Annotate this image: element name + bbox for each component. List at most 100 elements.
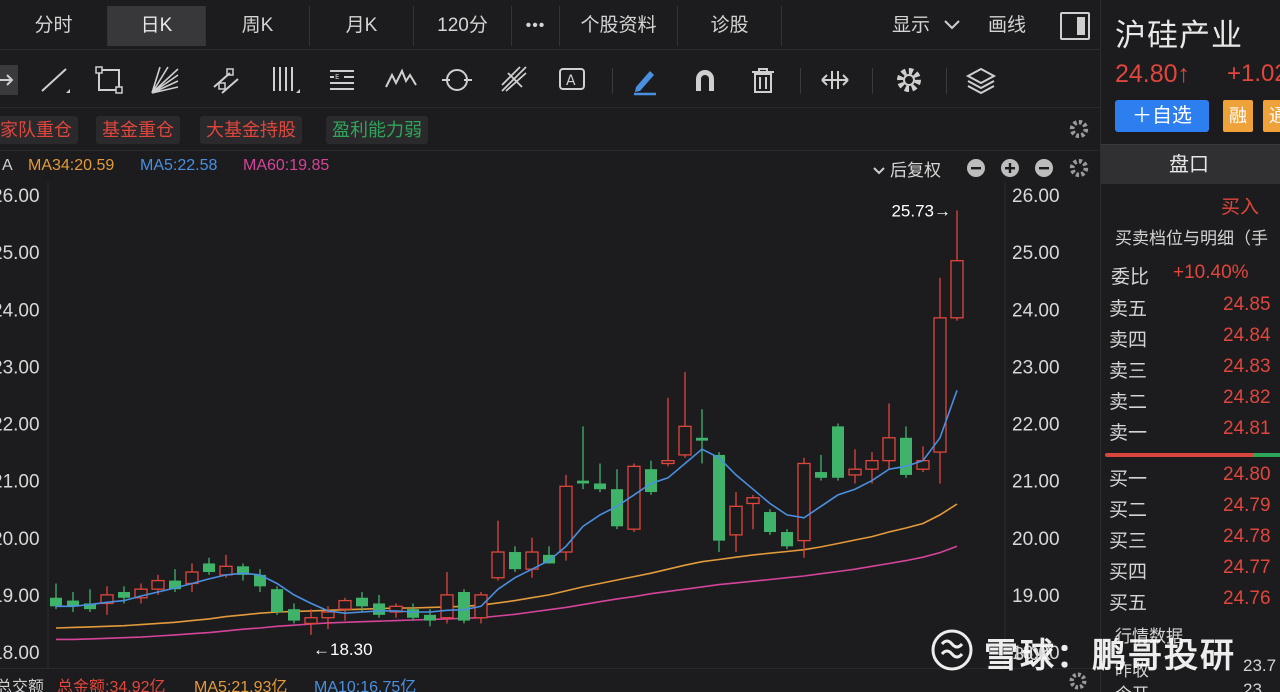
stock-name: 沪硅产业 [1115,18,1243,53]
ask-row[interactable]: 卖一 24.81 [1101,414,1280,445]
period-tabs: 分时 日K 周K 月K 120分 ••• 个股资料 诊股 显示 画线 [0,0,1100,50]
ask-row[interactable]: 卖五 24.85 [1101,290,1280,321]
ask-row[interactable]: 卖四 24.84 [1101,321,1280,352]
candle-body [729,505,743,536]
tab-more[interactable]: ••• [512,6,560,46]
bid-price: 24.78 [1223,526,1271,547]
plus-circle-icon[interactable] [1000,158,1020,183]
ask-label: 卖一 [1109,423,1148,444]
wave-tool-icon[interactable] [384,63,418,97]
ask-row[interactable]: 卖三 24.83 [1101,352,1280,383]
tab-120min[interactable]: 120分 [414,6,512,46]
gann-tool-icon[interactable] [498,63,532,97]
tag-item[interactable]: 基金重仓 [96,116,180,144]
adjust-dropdown[interactable]: 后复权 [872,156,941,181]
tab-monthly-k[interactable]: 月K [310,6,414,46]
y-tick-label-right: 25.00 [1012,243,1060,264]
y-tick-label-right: 24.00 [1012,300,1060,321]
candlestick-chart[interactable]: 26.00 26.00 25.00 25.00 24.00 24.00 23.00 23.00… [0,182,1100,668]
tag-item[interactable]: 盈利能力弱 [326,116,428,144]
open-label: 今开 [1115,680,1149,692]
buy-button[interactable]: 买入 [1221,192,1259,219]
bid-row[interactable]: 买五 24.76 [1101,584,1280,615]
candle-body [832,426,844,478]
bid-label: 买三 [1109,531,1148,552]
bid-row[interactable]: 买二 24.79 [1101,491,1280,522]
display-dropdown[interactable]: 显示 [892,6,961,46]
channel-tool-icon[interactable] [210,63,244,97]
tab-intraday[interactable]: 分时 [0,6,108,46]
bid-row[interactable]: 买一 24.80 [1101,460,1280,491]
tab-stock-profile[interactable]: 个股资料 [560,6,678,46]
minus-circle-icon[interactable] [966,158,986,183]
magnet-icon[interactable] [688,63,722,97]
text-annotation-icon[interactable]: A [556,63,590,97]
bid-row[interactable]: 买三 24.78 [1101,522,1280,553]
fibonacci-icon[interactable]: E [326,63,360,97]
candle-body [900,437,912,475]
rectangle-tool-icon[interactable] [92,63,126,97]
y-tick-label-left: 25.00 [0,243,40,264]
ask-price: 24.85 [1223,294,1271,315]
vertical-lines-icon[interactable] [268,63,302,97]
candle-body [577,480,589,484]
minus-circle-icon[interactable] [1034,158,1054,183]
ask-label: 卖三 [1109,361,1148,382]
bid-ask-ratio-bar [1105,453,1280,457]
tab-daily-k[interactable]: 日K [108,6,206,46]
ma-prefix: A [2,157,13,174]
ma34-value: MA34:20.59 [28,157,115,174]
toolbar-divider [946,68,947,94]
volume-axis-label: 8.0K [1014,644,1052,664]
toolbar-divider [800,68,801,94]
low-price-annotation: ←18.30 [313,640,373,659]
add-watchlist-button[interactable]: ＋自选 [1115,100,1209,132]
layers-icon[interactable] [964,63,998,97]
y-tick-label-left: 22.00 [0,415,40,436]
ask-price: 24.82 [1223,387,1271,408]
chevron-down-icon [943,6,961,46]
cycle-tool-icon[interactable] [440,63,474,97]
high-price-annotation: 25.73→ [891,201,951,220]
svg-text:E: E [335,73,339,81]
trash-icon[interactable] [746,63,780,97]
y-tick-label-left: 19.00 [0,586,40,607]
ask-row[interactable]: 卖二 24.82 [1101,383,1280,414]
bid-row[interactable]: 买四 24.77 [1101,553,1280,584]
tab-diagnosis[interactable]: 诊股 [678,6,782,46]
candle-body [424,614,436,621]
ma5-value: MA5:22.58 [140,157,218,174]
layout-toggle-icon[interactable] [1060,12,1090,40]
last-price: 24.80↑ [1115,60,1191,88]
bid-price: 24.80 [1223,464,1271,485]
bid-label: 买一 [1109,469,1148,490]
pencil-icon[interactable] [628,63,662,97]
line-tool-icon[interactable] [38,63,72,97]
total-amount: 总金额:34.92亿 [57,679,166,692]
margin-badge[interactable]: 融 [1223,100,1253,132]
svg-text:A: A [566,73,576,89]
bid-label: 买五 [1109,593,1148,614]
candle-body [219,565,233,576]
gear-icon[interactable] [1066,116,1092,142]
candle-body [764,512,776,533]
candle-body [271,589,283,613]
tab-weekly-k[interactable]: 周K [206,6,310,46]
expand-horizontal-icon[interactable] [818,63,852,97]
arrow-cursor-icon[interactable] [0,63,22,97]
volume-ma5: MA5:21.93亿 [194,679,288,692]
tag-item[interactable]: 家队重仓 [0,116,78,144]
tag-item[interactable]: 大基金持股 [200,116,302,144]
connect-badge[interactable]: 通 [1263,100,1280,132]
y-tick-label-right: 20.00 [1012,529,1060,550]
chart-svg: 26.00 26.00 25.00 25.00 24.00 24.00 23.00 23.00… [0,182,1060,668]
draw-line-button[interactable]: 画线 [988,6,1026,46]
candle-body [118,592,130,598]
candle-body [50,597,62,607]
order-detail-label: 买卖档位与明细（手 [1115,229,1268,248]
tab-order-book[interactable]: 盘口 [1101,144,1280,184]
toolbar-divider [612,68,613,94]
fan-tool-icon[interactable] [148,63,182,97]
gear-icon[interactable] [892,63,926,97]
chevron-down-icon [872,161,886,181]
